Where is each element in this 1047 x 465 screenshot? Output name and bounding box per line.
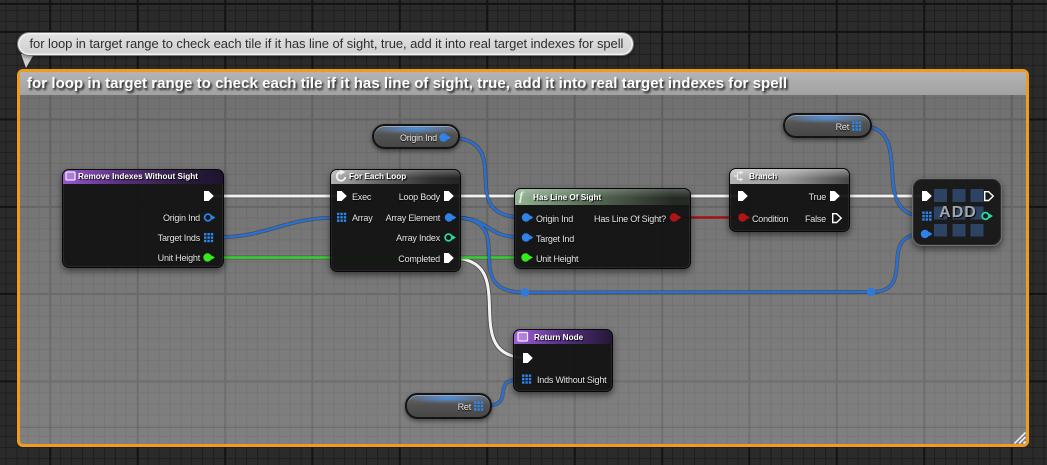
svg-text:f: f xyxy=(519,190,525,204)
